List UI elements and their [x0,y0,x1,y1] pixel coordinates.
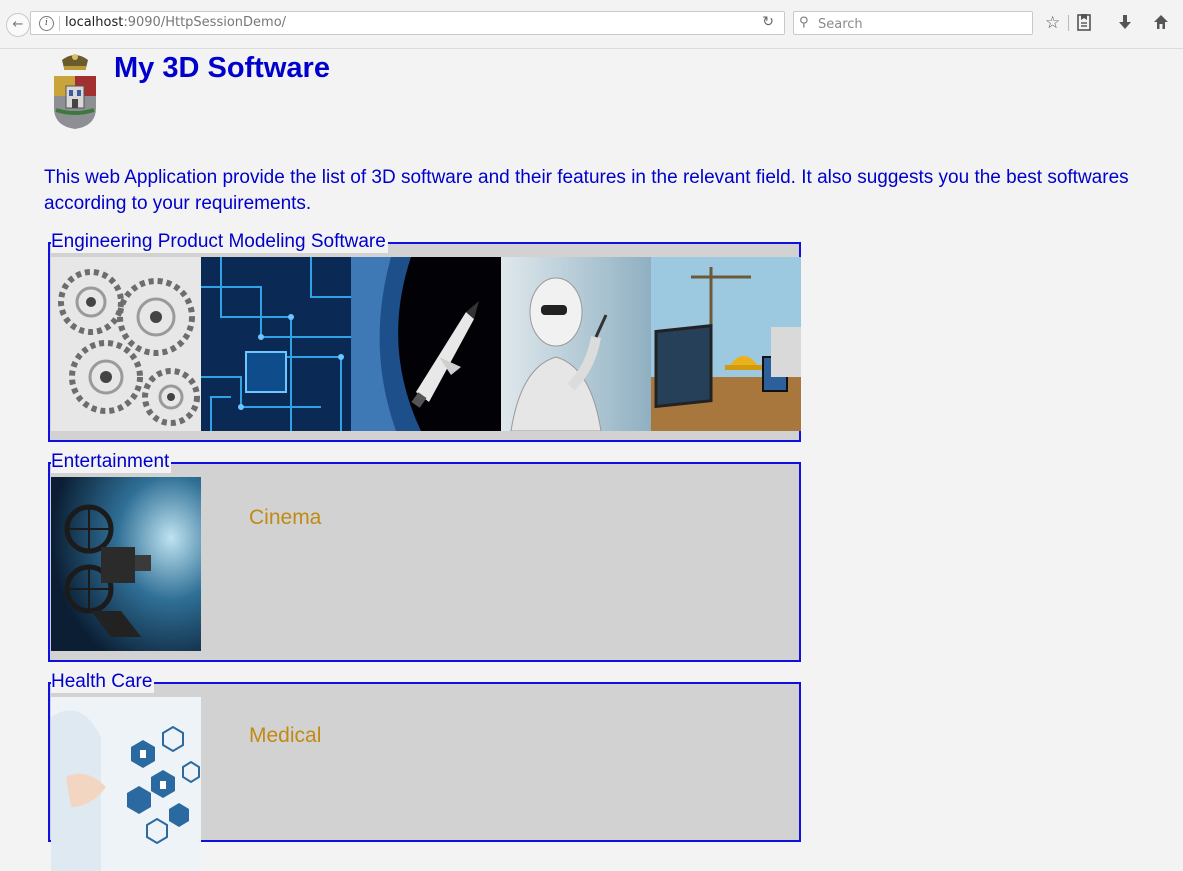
home-icon[interactable] [1153,13,1169,36]
medical-icons-image[interactable] [51,697,201,871]
gears-image[interactable] [51,257,201,431]
section-legend: Entertainment [51,451,172,473]
construction-tablet-image[interactable] [651,257,801,431]
browser-toolbar: ← i localhost:9090/HttpSessionDemo/ ↻ ⚲ … [0,0,1183,49]
search-bar[interactable]: ⚲ [793,11,1033,35]
reload-icon[interactable]: ↻ [762,14,774,30]
reading-list-icon[interactable] [1076,13,1092,36]
space-shuttle-image[interactable] [351,257,501,431]
section-engineering: Engineering Product Modeling Software [48,231,801,442]
back-button[interactable]: ← [6,13,30,37]
url-text[interactable]: localhost:9090/HttpSessionDemo/ [65,15,286,30]
back-arrow-icon: ← [12,17,24,32]
coat-of-arms-logo [52,50,98,130]
entertainment-caption[interactable]: Cinema [249,506,321,530]
bookmark-star-icon[interactable]: ☆ [1045,13,1060,33]
url-bar[interactable]: i localhost:9090/HttpSessionDemo/ ↻ [30,11,785,35]
engineering-image-strip [51,257,801,431]
download-icon[interactable] [1118,13,1132,36]
toolbar-separator [1068,15,1069,31]
film-projector-image[interactable] [51,477,201,651]
info-icon[interactable]: i [39,16,54,31]
url-path: :9090/HttpSessionDemo/ [123,15,287,30]
section-legend: Engineering Product Modeling Software [51,231,388,253]
search-input[interactable] [816,14,1025,34]
section-health-care: Health Care Medical [48,671,801,871]
intro-text: This web Application provide the list of… [44,167,1129,214]
circuit-board-image[interactable] [201,257,351,431]
health-care-caption[interactable]: Medical [249,724,321,748]
page-title: My 3D Software [114,52,330,84]
url-host: localhost [65,15,124,30]
search-icon: ⚲ [799,15,809,30]
robot-image[interactable] [501,257,651,431]
section-legend: Health Care [51,671,155,693]
section-entertainment: Entertainment Cinema [48,451,801,662]
url-separator [59,16,60,31]
